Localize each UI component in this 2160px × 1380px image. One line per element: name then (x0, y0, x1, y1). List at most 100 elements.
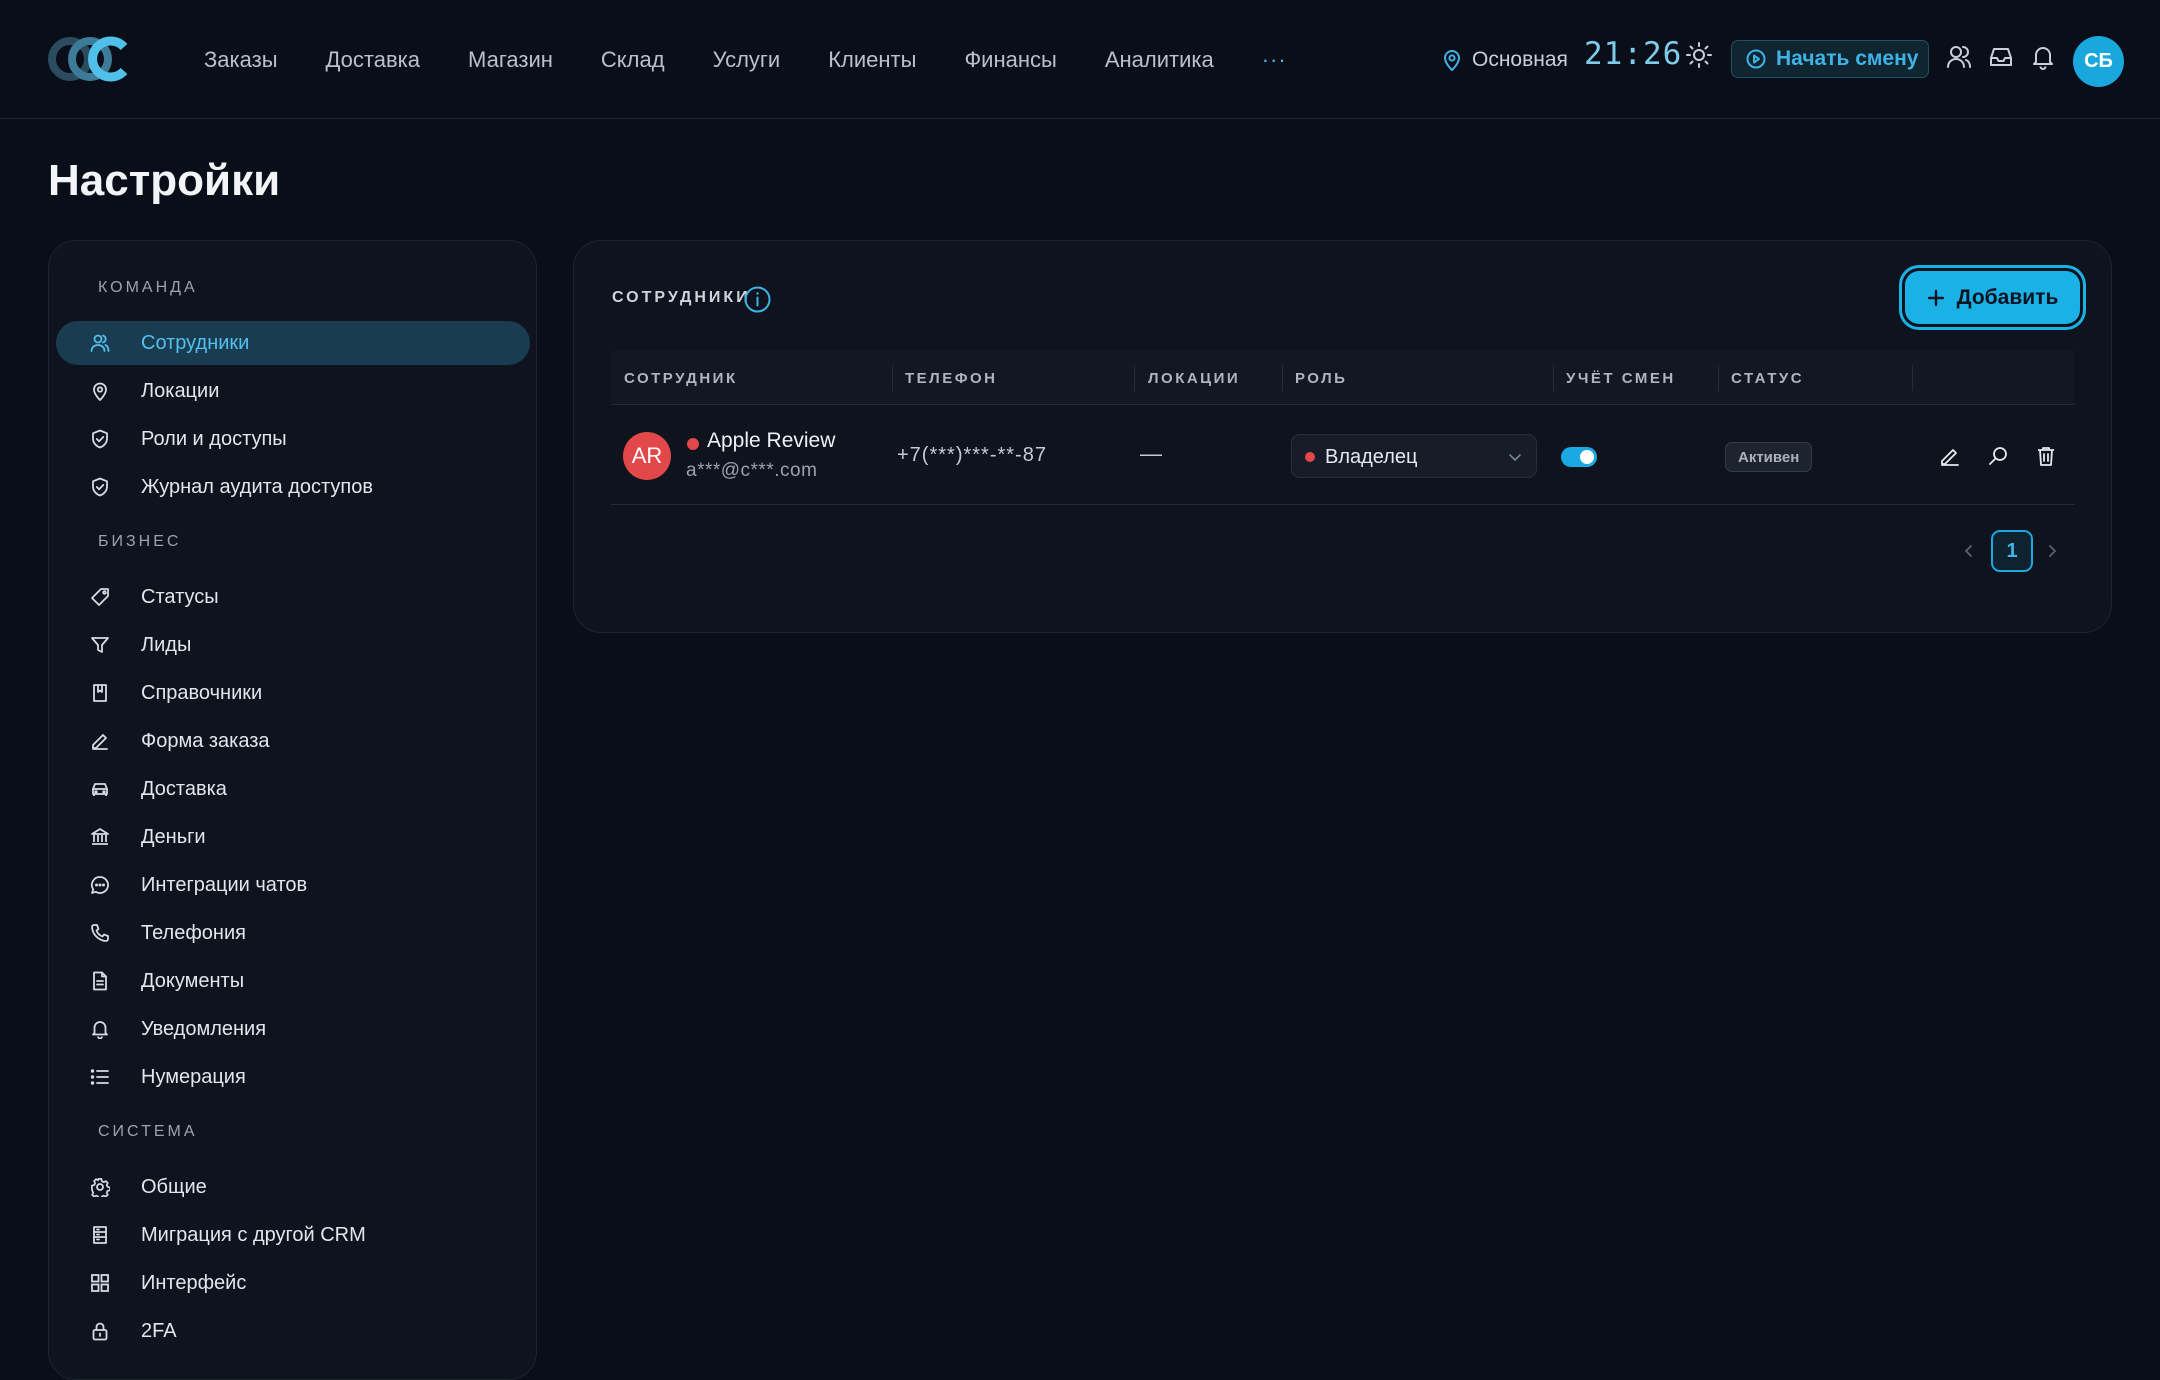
trash-icon[interactable] (2035, 445, 2057, 467)
panel-title: СОТРУДНИКИ (612, 289, 751, 306)
column-header-employee[interactable]: СОТРУДНИК (624, 370, 738, 387)
sidebar-item-2fa[interactable]: 2FA (56, 1309, 530, 1353)
pagination-next-icon[interactable] (2044, 543, 2060, 559)
pencil-icon (90, 731, 110, 751)
map-pin-icon (90, 381, 110, 401)
sidebar-item-chat-integrations[interactable]: Интеграции чатов (56, 863, 530, 907)
column-divider (892, 365, 893, 391)
bell-icon (90, 1019, 110, 1039)
column-divider (1912, 365, 1913, 391)
column-divider (1718, 365, 1719, 391)
shield-check-icon (90, 429, 110, 449)
employees-panel: СОТРУДНИКИ Добавить СОТРУДНИК ТЕЛЕФОН ЛО… (573, 240, 2112, 633)
sidebar-item-label: Форма заказа (141, 729, 270, 752)
edit-pencil-icon[interactable] (1939, 445, 1961, 467)
theme-toggle-sun-icon[interactable] (1686, 42, 1712, 68)
sidebar-item-label: Интерфейс (141, 1271, 247, 1294)
table-row[interactable]: AR Apple Review a***@c***.com +7(***)***… (611, 405, 2075, 505)
shift-tracking-toggle[interactable] (1561, 447, 1597, 467)
sidebar-item-label: Журнал аудита доступов (141, 475, 373, 498)
nav-services[interactable]: Услуги (713, 47, 781, 73)
tag-icon (90, 587, 110, 607)
add-employee-button[interactable]: Добавить (1905, 271, 2080, 324)
sidebar-section-system: СИСТЕМА (98, 1123, 198, 1140)
employee-name: Apple Review (707, 429, 836, 452)
location-selector[interactable]: Основная (1442, 0, 1568, 119)
start-shift-button[interactable]: Начать смену (1731, 40, 1929, 78)
car-icon (90, 779, 110, 799)
sidebar-item-label: Статусы (141, 585, 219, 608)
role-select[interactable]: Владелец (1291, 434, 1537, 478)
table-header: СОТРУДНИК ТЕЛЕФОН ЛОКАЦИИ РОЛЬ УЧЁТ СМЕН… (611, 351, 2075, 405)
column-header-locations[interactable]: ЛОКАЦИИ (1148, 370, 1240, 387)
sidebar-item-order-form[interactable]: Форма заказа (56, 719, 530, 763)
shift-clock: 21:26 (1584, 36, 1683, 72)
sidebar-item-roles[interactable]: Роли и доступы (56, 417, 530, 461)
sidebar-item-crm-migration[interactable]: Миграция с другой CRM (56, 1213, 530, 1257)
sidebar-item-notifications[interactable]: Уведомления (56, 1007, 530, 1051)
map-pin-icon (1442, 49, 1462, 71)
inbox-icon[interactable] (1988, 44, 2014, 70)
column-header-role[interactable]: РОЛЬ (1295, 370, 1347, 387)
sidebar-item-label: Справочники (141, 681, 263, 704)
sidebar-item-label: Деньги (141, 825, 206, 848)
sidebar-item-directories[interactable]: Справочники (56, 671, 530, 715)
settings-sidebar: КОМАНДА Сотрудники Локации Роли и доступ… (48, 240, 537, 1380)
bell-icon[interactable] (2030, 44, 2056, 70)
sidebar-item-audit-log[interactable]: Журнал аудита доступов (56, 465, 530, 509)
sidebar-item-label: Лиды (141, 633, 192, 656)
toggle-knob (1580, 450, 1594, 464)
status-badge: Активен (1725, 442, 1813, 472)
nav-warehouse[interactable]: Склад (601, 47, 665, 73)
nav-more-button[interactable]: ··· (1262, 47, 1287, 73)
column-divider (1553, 365, 1554, 391)
sidebar-item-money[interactable]: Деньги (56, 815, 530, 859)
chevron-down-icon (1507, 449, 1523, 465)
nav-delivery[interactable]: Доставка (326, 47, 420, 73)
pagination-prev-icon[interactable] (1961, 543, 1977, 559)
info-icon[interactable] (744, 286, 771, 313)
nav-orders[interactable]: Заказы (204, 47, 278, 73)
sidebar-item-numbering[interactable]: Нумерация (56, 1055, 530, 1099)
sidebar-item-label: Уведомления (141, 1017, 267, 1040)
start-shift-label: Начать смену (1776, 47, 1919, 70)
pagination-page-current[interactable]: 1 (1991, 530, 2033, 572)
sidebar-item-leads[interactable]: Лиды (56, 623, 530, 667)
sidebar-section-team: КОМАНДА (98, 279, 198, 296)
nav-shop[interactable]: Магазин (468, 47, 553, 73)
sidebar-item-locations[interactable]: Локации (56, 369, 530, 413)
page-title: Настройки (48, 156, 281, 205)
search-icon[interactable] (1987, 445, 2009, 467)
play-circle-icon (1746, 49, 1766, 69)
sidebar-item-label: Документы (141, 969, 245, 992)
user-avatar[interactable]: СБ (2073, 36, 2124, 87)
team-icon[interactable] (1946, 44, 1972, 70)
sidebar-item-statuses[interactable]: Статусы (56, 575, 530, 619)
phone-icon (90, 923, 110, 943)
sidebar-item-general[interactable]: Общие (56, 1165, 530, 1209)
nav-finance[interactable]: Финансы (964, 47, 1056, 73)
employee-locations: — (1140, 441, 1162, 466)
shield-check-icon (90, 477, 110, 497)
sidebar-item-interface[interactable]: Интерфейс (56, 1261, 530, 1305)
sidebar-item-label: 2FA (141, 1319, 177, 1342)
sidebar-item-documents[interactable]: Документы (56, 959, 530, 1003)
sidebar-item-delivery[interactable]: Доставка (56, 767, 530, 811)
sidebar-item-label: Общие (141, 1175, 207, 1198)
column-header-status[interactable]: СТАТУС (1731, 370, 1804, 387)
location-label: Основная (1472, 47, 1568, 71)
role-value: Владелец (1325, 446, 1418, 468)
sidebar-section-business: БИЗНЕС (98, 533, 182, 550)
nav-analytics[interactable]: Аналитика (1105, 47, 1214, 73)
sidebar-item-telephony[interactable]: Телефония (56, 911, 530, 955)
sidebar-item-label: Телефония (141, 921, 246, 944)
column-header-phone[interactable]: ТЕЛЕФОН (905, 370, 998, 387)
app-logo[interactable] (48, 36, 134, 82)
database-icon (90, 1225, 110, 1245)
column-header-shift-tracking[interactable]: УЧЁТ СМЕН (1566, 370, 1676, 387)
sidebar-item-label: Доставка (141, 777, 227, 800)
nav-clients[interactable]: Клиенты (828, 47, 916, 73)
plus-icon (1927, 289, 1945, 307)
sidebar-item-employees[interactable]: Сотрудники (56, 321, 530, 365)
funnel-icon (90, 635, 110, 655)
